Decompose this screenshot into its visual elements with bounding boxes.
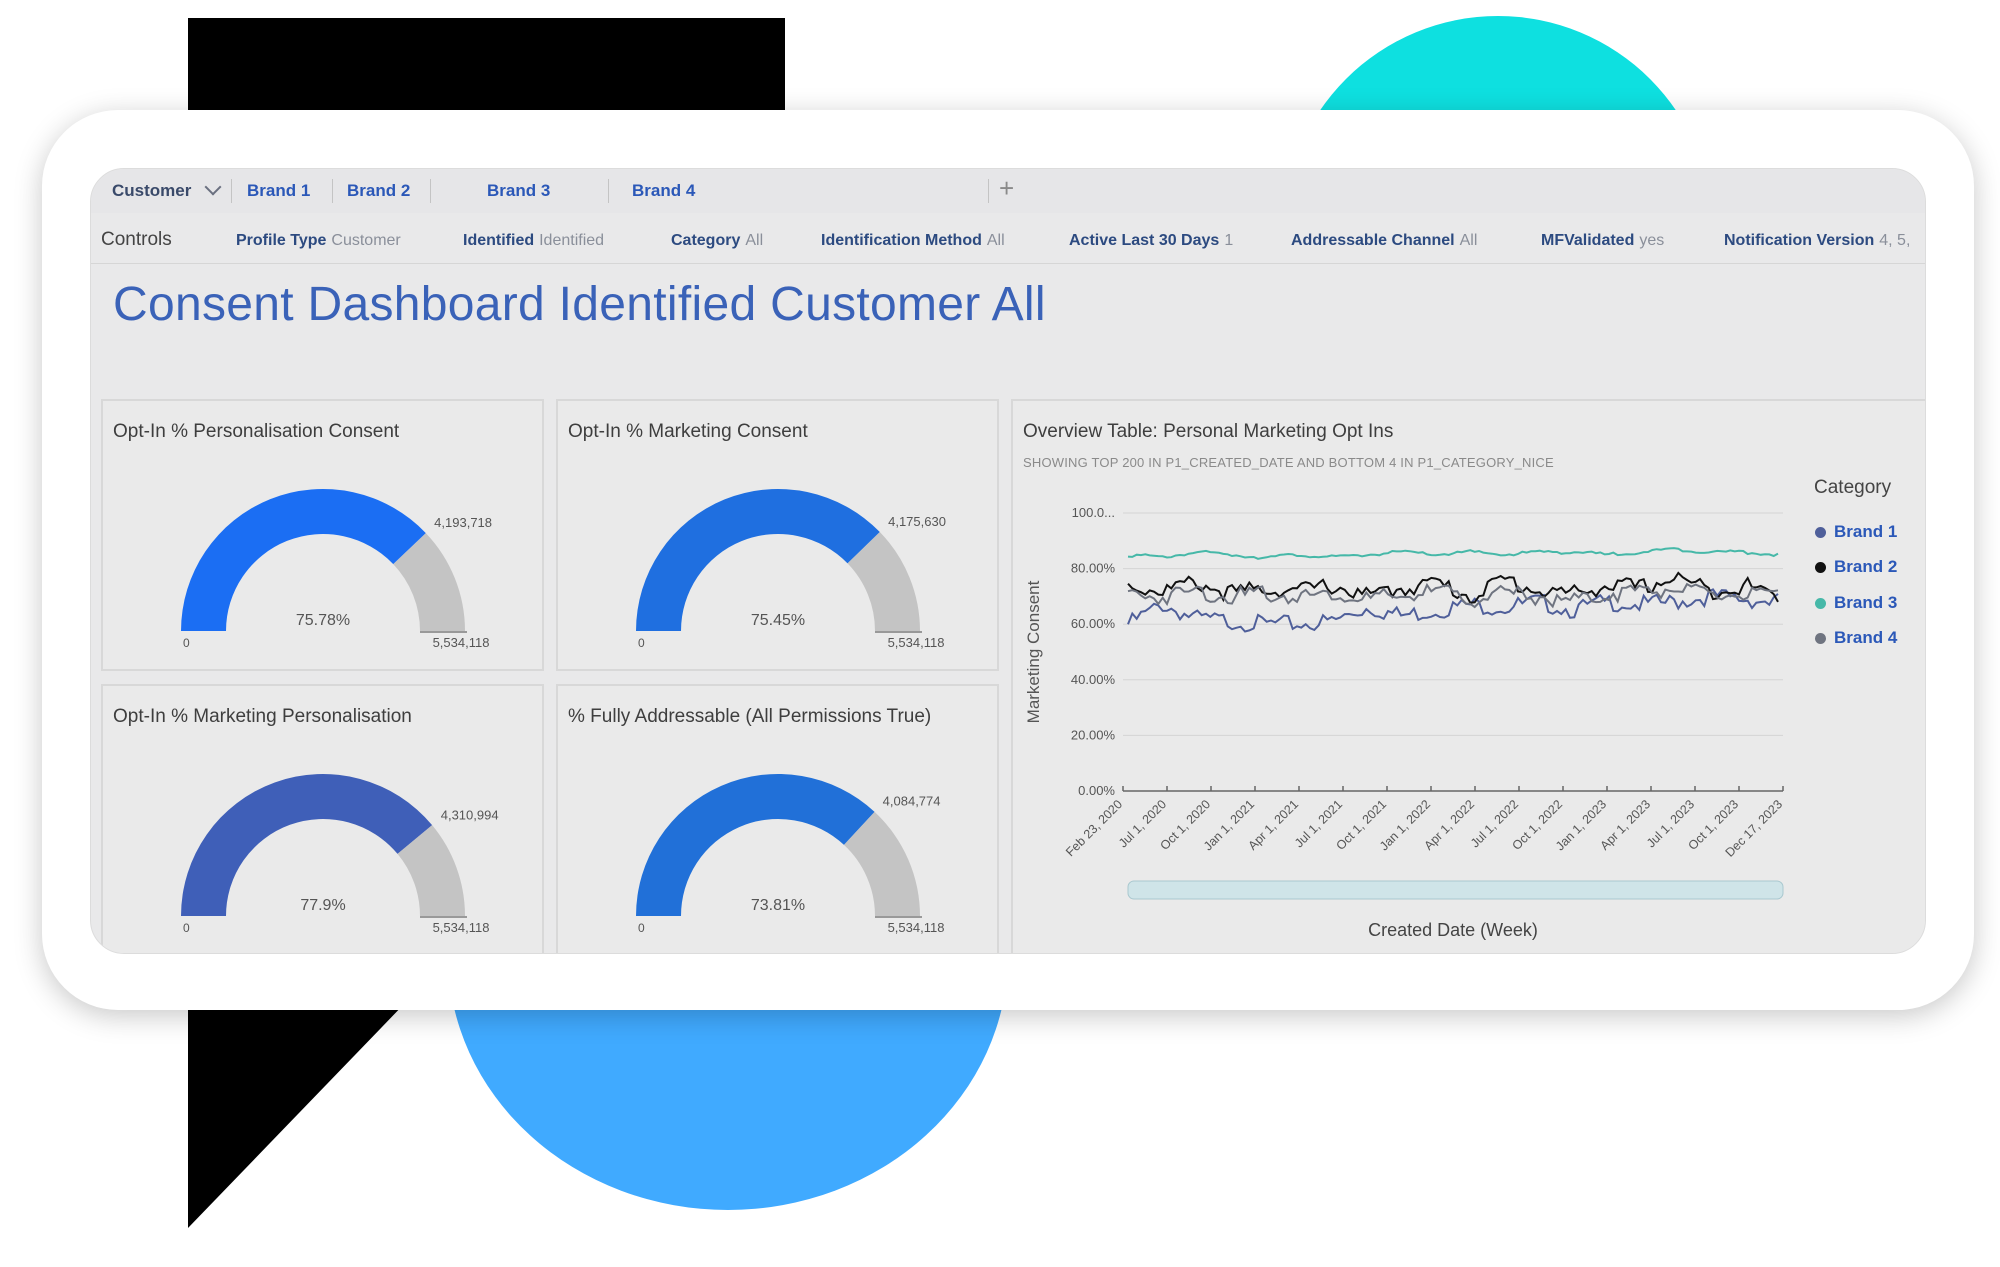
x-tick-label: Feb 23, 2020 xyxy=(1063,797,1125,859)
line-chart: 0.00% 20.00% 40.00% 60.00% 80.00% 100.0... Feb… xyxy=(1024,505,1785,940)
tab-separator xyxy=(332,179,333,203)
tab-separator xyxy=(231,179,232,203)
filter-category[interactable]: Category All xyxy=(671,232,763,250)
tab-customer[interactable]: Customer xyxy=(112,181,191,201)
filter-value: All xyxy=(745,232,764,249)
gauge-percent-label: 75.45% xyxy=(751,612,805,629)
gauge-panel-marketing-personalisation: Opt-In % Marketing Personalisation 4,310… xyxy=(101,684,544,953)
gauge-panel-fully-addressable: % Fully Addressable (All Permissions Tru… xyxy=(556,684,999,953)
chevron-down-icon[interactable] xyxy=(204,178,222,196)
filter-notification-version[interactable]: Notification Version 4, 5, xyxy=(1724,232,1910,250)
gauge-value-label: 4,310,994 xyxy=(441,807,499,822)
gauge-fill-arc xyxy=(181,489,426,631)
gauge-chart: 4,084,774 73.81% 0 5,534,118 xyxy=(636,774,945,935)
filter-label: Identification Method xyxy=(821,232,982,249)
x-axis-label: Created Date (Week) xyxy=(1368,920,1538,940)
filter-profile-type[interactable]: Profile Type Customer xyxy=(236,232,401,250)
filter-identified[interactable]: Identified Identified xyxy=(463,232,604,250)
y-axis-label: Marketing Consent xyxy=(1024,580,1043,723)
decorative-black-triangle xyxy=(188,1000,408,1228)
gauge-max-label: 5,534,118 xyxy=(888,920,945,935)
gauge-value-label: 4,084,774 xyxy=(883,794,941,809)
y-tick-label: 100.0... xyxy=(1072,505,1115,520)
tab-brand-2[interactable]: Brand 2 xyxy=(347,181,410,201)
filter-active-last-30-days[interactable]: Active Last 30 Days 1 xyxy=(1069,232,1233,250)
dashboard-screen: Customer Brand 1 Brand 2 Brand 3 Brand 4… xyxy=(90,168,1926,954)
y-tick-label: 80.00% xyxy=(1071,561,1116,576)
gauge-min-label: 0 xyxy=(638,921,645,935)
gauge-max-label: 5,534,118 xyxy=(433,635,490,650)
tab-bar: Customer Brand 1 Brand 2 Brand 3 Brand 4… xyxy=(91,169,1925,214)
tab-separator xyxy=(608,179,609,203)
chart-panel: Overview Table: Personal Marketing Opt I… xyxy=(1011,399,1925,953)
gauge-percent-label: 75.78% xyxy=(296,612,350,629)
y-tick-label: 60.00% xyxy=(1071,616,1116,631)
tab-brand-1[interactable]: Brand 1 xyxy=(247,181,310,201)
tab-separator xyxy=(430,179,431,203)
filter-addressable-channel[interactable]: Addressable Channel All xyxy=(1291,232,1477,250)
gauge-panel-personalisation: Opt-In % Personalisation Consent 4,193,7… xyxy=(101,399,544,671)
y-tick-label: 0.00% xyxy=(1078,783,1115,798)
filter-value: yes xyxy=(1639,232,1665,249)
gauge-value-label: 4,175,630 xyxy=(888,514,946,529)
filter-label: MFValidated xyxy=(1541,232,1635,249)
series-line-brand-2 xyxy=(1127,571,1779,604)
filter-label: Active Last 30 Days xyxy=(1069,232,1220,249)
controls-label: Controls xyxy=(101,229,172,250)
filter-value: 4, 5, xyxy=(1879,232,1911,249)
filter-label: Category xyxy=(671,232,741,249)
gauge-min-label: 0 xyxy=(638,636,645,650)
gauge-fill-arc xyxy=(181,774,433,916)
filter-value: All xyxy=(1459,232,1478,249)
filter-value: Customer xyxy=(331,232,401,249)
filter-value: Identified xyxy=(539,232,605,249)
tab-brand-4[interactable]: Brand 4 xyxy=(632,181,695,201)
filter-label: Addressable Channel xyxy=(1291,232,1455,249)
filter-value: All xyxy=(986,232,1005,249)
y-tick-label: 40.00% xyxy=(1071,672,1116,687)
filter-label: Notification Version xyxy=(1724,232,1875,249)
gauge-percent-label: 73.81% xyxy=(751,897,805,914)
gauge-min-label: 0 xyxy=(183,921,190,935)
gauge-max-label: 5,534,118 xyxy=(888,635,945,650)
tab-brand-3[interactable]: Brand 3 xyxy=(487,181,550,201)
tab-separator xyxy=(988,179,989,203)
y-tick-label: 20.00% xyxy=(1071,727,1116,742)
series-line-brand-3 xyxy=(1127,547,1779,560)
gauge-fill-arc xyxy=(636,774,875,916)
gauge-value-label: 4,193,718 xyxy=(434,515,492,530)
range-slider[interactable] xyxy=(1127,880,1784,900)
filter-label: Identified xyxy=(463,232,535,249)
page-title: Consent Dashboard Identified Customer Al… xyxy=(113,278,1046,331)
add-tab-button[interactable]: + xyxy=(999,173,1014,204)
filter-identification-method[interactable]: Identification Method All xyxy=(821,232,1005,250)
gauge-chart: 4,193,718 75.78% 0 5,534,118 xyxy=(181,489,492,650)
gauge-percent-label: 77.9% xyxy=(300,897,345,914)
filter-mfvalidated[interactable]: MFValidated yes xyxy=(1541,232,1664,250)
filter-label: Profile Type xyxy=(236,232,327,249)
gauge-max-label: 5,534,118 xyxy=(433,920,490,935)
gauge-chart: 4,175,630 75.45% 0 5,534,118 xyxy=(636,489,946,650)
gauge-panel-marketing: Opt-In % Marketing Consent 4,175,630 75.4… xyxy=(556,399,999,671)
gauge-chart: 4,310,994 77.9% 0 5,534,118 xyxy=(181,774,499,935)
controls-bar: Controls Profile Type Customer Identified… xyxy=(91,213,1925,264)
gauge-min-label: 0 xyxy=(183,636,190,650)
gauge-fill-arc xyxy=(636,489,880,631)
filter-value: 1 xyxy=(1224,232,1234,249)
